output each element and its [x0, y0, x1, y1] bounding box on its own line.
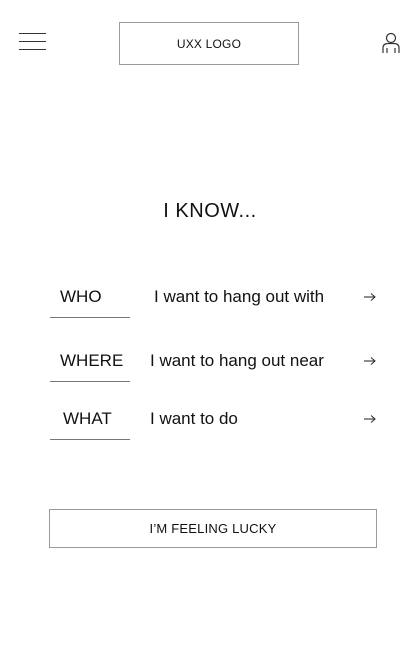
- option-phrase-what: I want to do: [150, 409, 238, 428]
- logo-text: UXX LOGO: [176, 36, 242, 51]
- page-title: I KNOW...: [163, 200, 257, 222]
- option-row-who[interactable]: WHO I want to hang out with: [50, 278, 380, 318]
- option-phrase-where: I want to hang out near: [150, 351, 324, 370]
- logo-placeholder: UXX LOGO: [119, 22, 299, 65]
- option-key-who: WHO: [50, 278, 130, 318]
- option-row-what[interactable]: WHAT I want to do: [50, 400, 380, 440]
- feeling-lucky-button[interactable]: I’M FEELING LUCKY: [49, 509, 377, 548]
- option-row-where[interactable]: WHERE I want to hang out near: [50, 342, 380, 382]
- hamburger-menu-icon[interactable]: [19, 33, 46, 51]
- arrow-right-icon[interactable]: [363, 291, 377, 303]
- feeling-lucky-label: I’M FEELING LUCKY: [149, 521, 277, 536]
- option-phrase-who: I want to hang out with: [154, 287, 325, 306]
- option-key-where: WHERE: [50, 342, 130, 382]
- arrow-right-icon[interactable]: [363, 413, 377, 425]
- arrow-right-icon[interactable]: [363, 355, 377, 367]
- option-key-what: WHAT: [50, 400, 130, 440]
- user-profile-icon[interactable]: [381, 31, 401, 54]
